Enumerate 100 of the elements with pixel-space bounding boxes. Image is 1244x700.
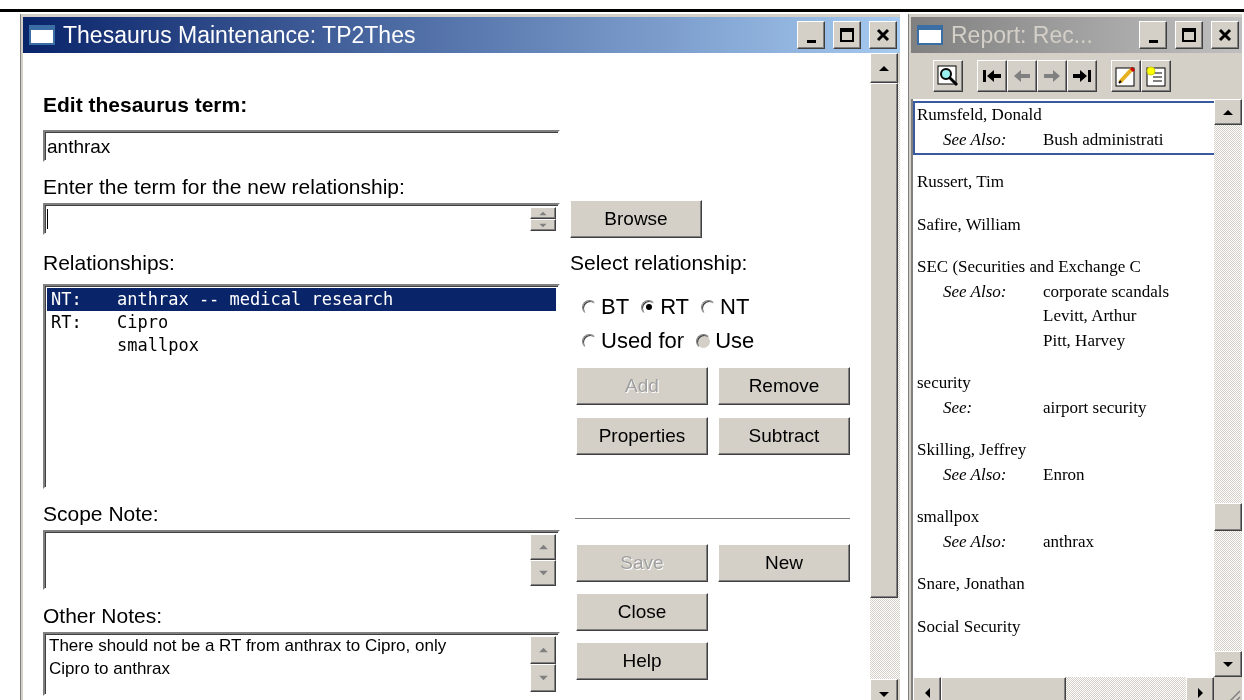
reference-label: See: [943,396,974,419]
dialog-button[interactable]: Help [576,642,708,680]
scroll-up-button[interactable] [870,53,898,83]
index-term: Russert, Tim [917,172,1004,191]
scroll-down-button[interactable] [530,560,556,586]
report-entry[interactable]: Rumsfeld, Donald See Also: Bush administrati [913,101,1214,155]
down-arrow-icon [539,222,547,228]
toolbar-button[interactable] [977,60,1007,92]
spin-up-button[interactable] [530,207,556,219]
scrollbar-thumb[interactable] [1214,503,1242,531]
report-entry[interactable]: Russert, Tim [913,168,1214,198]
up-arrow-icon [538,647,548,653]
down-arrow-icon [538,570,548,576]
list-item[interactable]: RT: Cipro [47,311,556,334]
vertical-scrollbar[interactable] [1214,99,1242,677]
other-notes-field[interactable]: There should not be a RT from anthrax to Cipro, only Cipro to anthrax [43,632,560,696]
index-term: smallpox [917,507,980,526]
vertical-scrollbar[interactable] [870,53,900,700]
up-arrow-icon [539,210,547,216]
spin-down-button[interactable] [530,219,556,231]
magnifier-icon [937,65,959,87]
cross-reference: anthrax [1043,530,1095,553]
down-arrow-icon [879,690,889,698]
report-entry[interactable]: Snare, Jonathan [913,570,1214,600]
scroll-up-button[interactable] [530,534,556,560]
radio-option[interactable]: Used for [582,328,685,354]
cross-reference: Enron [1043,463,1086,486]
up-arrow-icon [1223,108,1233,116]
field-label: Other Notes: [43,603,164,629]
field-label: Scope Note: [43,501,160,527]
close-button[interactable] [869,21,897,49]
dialog-button[interactable]: Remove [718,367,850,405]
toolbar-button[interactable] [1141,60,1171,92]
reference-label: See Also: [943,128,1008,151]
radio-option[interactable]: RT [641,294,690,320]
scrollbar-thumb[interactable] [941,677,1066,700]
list-item[interactable]: NT: anthrax -- medical research [47,288,556,311]
section-heading: Edit thesaurus term: [43,93,249,117]
field-label: Select relationship: [570,250,749,276]
window-title: Thesaurus Maintenance: TP2Thes [63,21,417,49]
reference-label: See Also: [943,530,1008,553]
radio-option[interactable]: BT [582,294,630,320]
report-entry[interactable]: Social Security [913,612,1214,642]
scroll-up-button[interactable] [1214,99,1242,125]
index-term: Rumsfeld, Donald [917,105,1042,124]
toolbar-button[interactable] [1111,60,1141,92]
index-term: Skilling, Jeffrey [917,440,1027,459]
reference-label: See Also: [943,280,1008,303]
term-field[interactable]: anthrax [43,130,560,162]
scroll-right-button[interactable] [1186,677,1214,700]
cross-reference: Levitt, Arthur [1043,305,1138,327]
radio-option[interactable]: NT [701,294,750,320]
window-title: Report: Rec... [951,21,1094,49]
toolbar-button[interactable] [933,60,963,92]
report-entry[interactable]: SEC (Securities and Exchange C See Also: corporate scandals Levitt, Arthur Pitt, Harvey [913,253,1214,356]
index-term: Social Security [917,616,1021,636]
minimize-button[interactable] [1139,21,1167,49]
dialog-button[interactable]: Subtract [718,417,850,455]
left-arrow-icon [923,688,931,698]
scrollbar-thumb[interactable] [870,83,898,598]
maximize-icon [840,28,854,42]
dialog-button[interactable]: Properties [576,417,708,455]
reference-label: See Also: [943,463,1008,486]
report-entry[interactable]: security See: airport security [913,369,1214,423]
scroll-left-button[interactable] [913,677,941,700]
report-entry[interactable]: smallpox See Also: anthrax [913,503,1214,557]
dialog-button[interactable]: New [718,544,850,582]
dialog-button[interactable]: Browse [570,200,702,238]
cross-reference: Pitt, Harvey [1043,329,1127,352]
field-label: Enter the term for the new relationship: [43,174,406,200]
field-label: Relationships: [43,250,176,276]
window-icon [29,25,55,45]
close-icon [1218,28,1232,42]
scroll-up-button[interactable] [530,636,556,664]
close-button[interactable] [1211,21,1239,49]
maximize-icon [1182,28,1196,42]
dialog-button[interactable]: Close [576,593,708,631]
cross-reference: airport security [1043,396,1148,419]
list-item[interactable]: smallpox [47,334,556,357]
report-entry[interactable]: Safire, William [913,210,1214,240]
horizontal-scrollbar[interactable] [913,677,1242,700]
up-arrow-icon [538,544,548,550]
right-arrow-icon [1042,68,1062,84]
left-arrow-icon [1012,68,1032,84]
index-term: security [917,373,971,392]
index-term: Safire, William [917,214,1021,234]
scroll-down-button[interactable] [1214,651,1242,677]
down-arrow-icon [1223,660,1233,668]
pencil-icon [1115,65,1137,87]
toolbar-button[interactable] [1067,60,1097,92]
maximize-button[interactable] [1175,21,1203,49]
close-icon [876,28,890,42]
first-page-icon [982,68,1002,84]
maximize-button[interactable] [833,21,861,49]
scroll-down-button[interactable] [870,679,898,700]
right-arrow-icon [1196,688,1204,698]
down-arrow-icon [538,675,548,681]
scroll-down-button[interactable] [530,664,556,692]
report-entry[interactable]: Skilling, Jeffrey See Also: Enron [913,436,1214,490]
minimize-button[interactable] [797,21,825,49]
